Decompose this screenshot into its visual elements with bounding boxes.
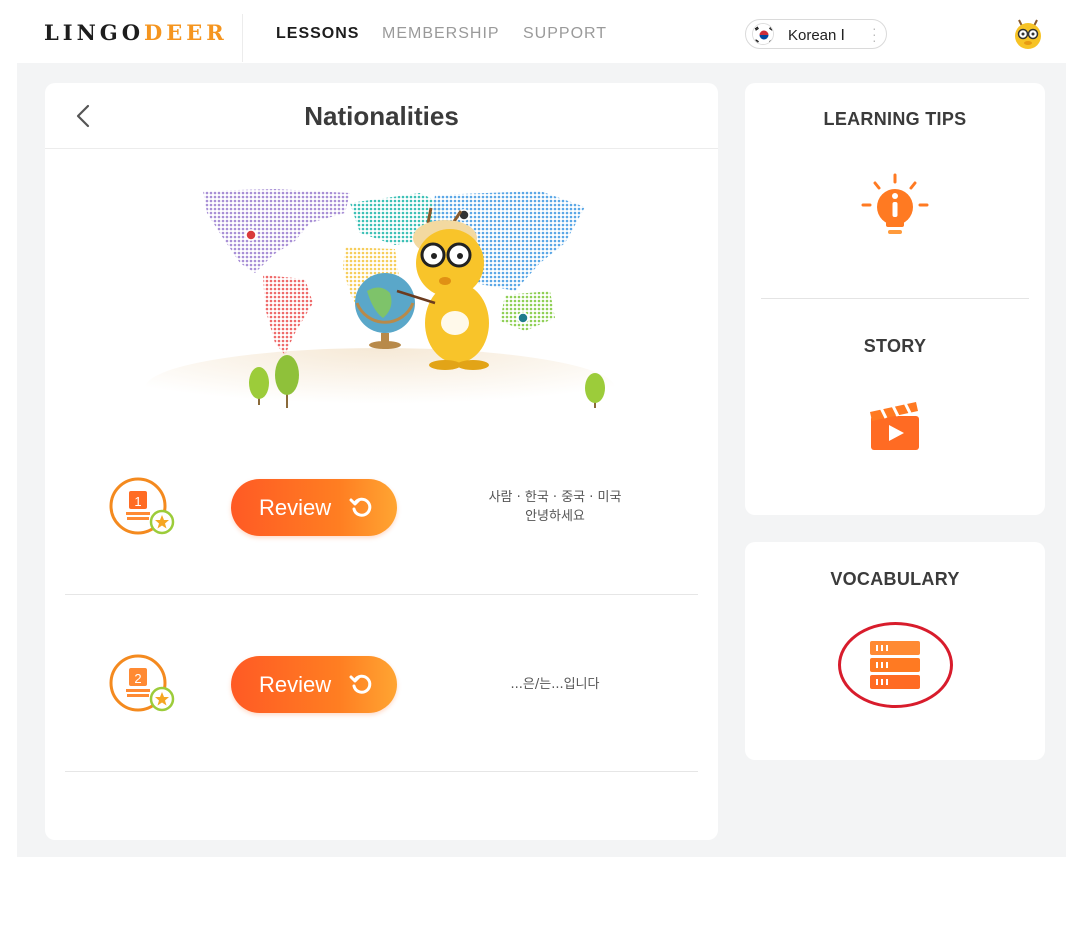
review-button-lesson-2[interactable]: Review: [231, 656, 397, 713]
lesson-row-2: 2 Review ...은/는...입니다: [65, 595, 698, 772]
review-button-label: Review: [259, 495, 332, 520]
more-options-icon[interactable]: · · ·: [872, 21, 877, 47]
nav-divider: [242, 14, 243, 62]
lesson-2-badge-icon: 2: [109, 654, 175, 712]
nav-support-link[interactable]: SUPPORT: [523, 25, 607, 43]
lesson-1-description-line-2: 안녕하세요: [525, 509, 585, 524]
nav-membership-link[interactable]: MEMBERSHIP: [382, 25, 500, 43]
review-button-lesson-1[interactable]: Review: [231, 479, 397, 536]
refresh-icon: [349, 674, 372, 694]
learning-tips-title: LEARNING TIPS: [823, 109, 967, 129]
lingodeer-logo[interactable]: LINGODEER: [44, 20, 228, 45]
bottom-blank-area: [0, 857, 1075, 943]
refresh-icon: [349, 497, 372, 517]
lesson-header: Nationalities: [45, 83, 718, 149]
vocabulary-card: VOCABULARY: [745, 542, 1045, 760]
page-title: Nationalities: [304, 101, 459, 131]
learning-tips-story-card: LEARNING TIPS STORY: [745, 83, 1045, 515]
lesson-1-number: 1: [134, 494, 141, 509]
logo-text-main: LINGO: [44, 20, 145, 45]
lesson-1-description: 사람 · 한국 · 중국 · 미국 안녕하세요: [445, 488, 665, 526]
vocabulary-title: VOCABULARY: [830, 569, 960, 589]
logo-text-accent: DEER: [144, 20, 228, 45]
world-map-mascot-illustration: [145, 189, 615, 413]
lightbulb-tip-icon[interactable]: [861, 173, 929, 241]
language-selector[interactable]: Korean Ⅰ · · ·: [745, 19, 887, 49]
lesson-row-1: 1 Review 사람 · 한국 · 중국 · 미국 안녕하세요: [65, 418, 698, 595]
nav-lessons-link[interactable]: LESSONS: [276, 25, 359, 43]
deer-mascot-avatar-icon: [1015, 19, 1041, 49]
language-label: Korean Ⅰ: [788, 27, 845, 44]
video-story-icon[interactable]: [867, 398, 923, 454]
lesson-2-description-line-1: ...은/는...입니다: [510, 677, 600, 692]
lesson-1-description-line-1: 사람 · 한국 · 중국 · 미국: [488, 490, 622, 505]
lesson-card: Nationalities 1 Review 사람 · 한국 · 중국 · 미국…: [45, 83, 718, 840]
top-navigation-bar: LINGODEER LESSONS MEMBERSHIP SUPPORT Kor…: [0, 0, 1075, 63]
review-button-label: Review: [259, 672, 332, 697]
side-divider: [761, 298, 1029, 299]
story-title: STORY: [863, 336, 927, 356]
user-avatar[interactable]: [1010, 16, 1046, 52]
lesson-2-description: ...은/는...입니다: [445, 675, 665, 694]
lesson-1-badge-icon: 1: [109, 477, 175, 535]
vocabulary-list-icon[interactable]: [867, 638, 923, 692]
korea-flag-icon: [752, 23, 774, 45]
lesson-2-number: 2: [134, 671, 141, 686]
